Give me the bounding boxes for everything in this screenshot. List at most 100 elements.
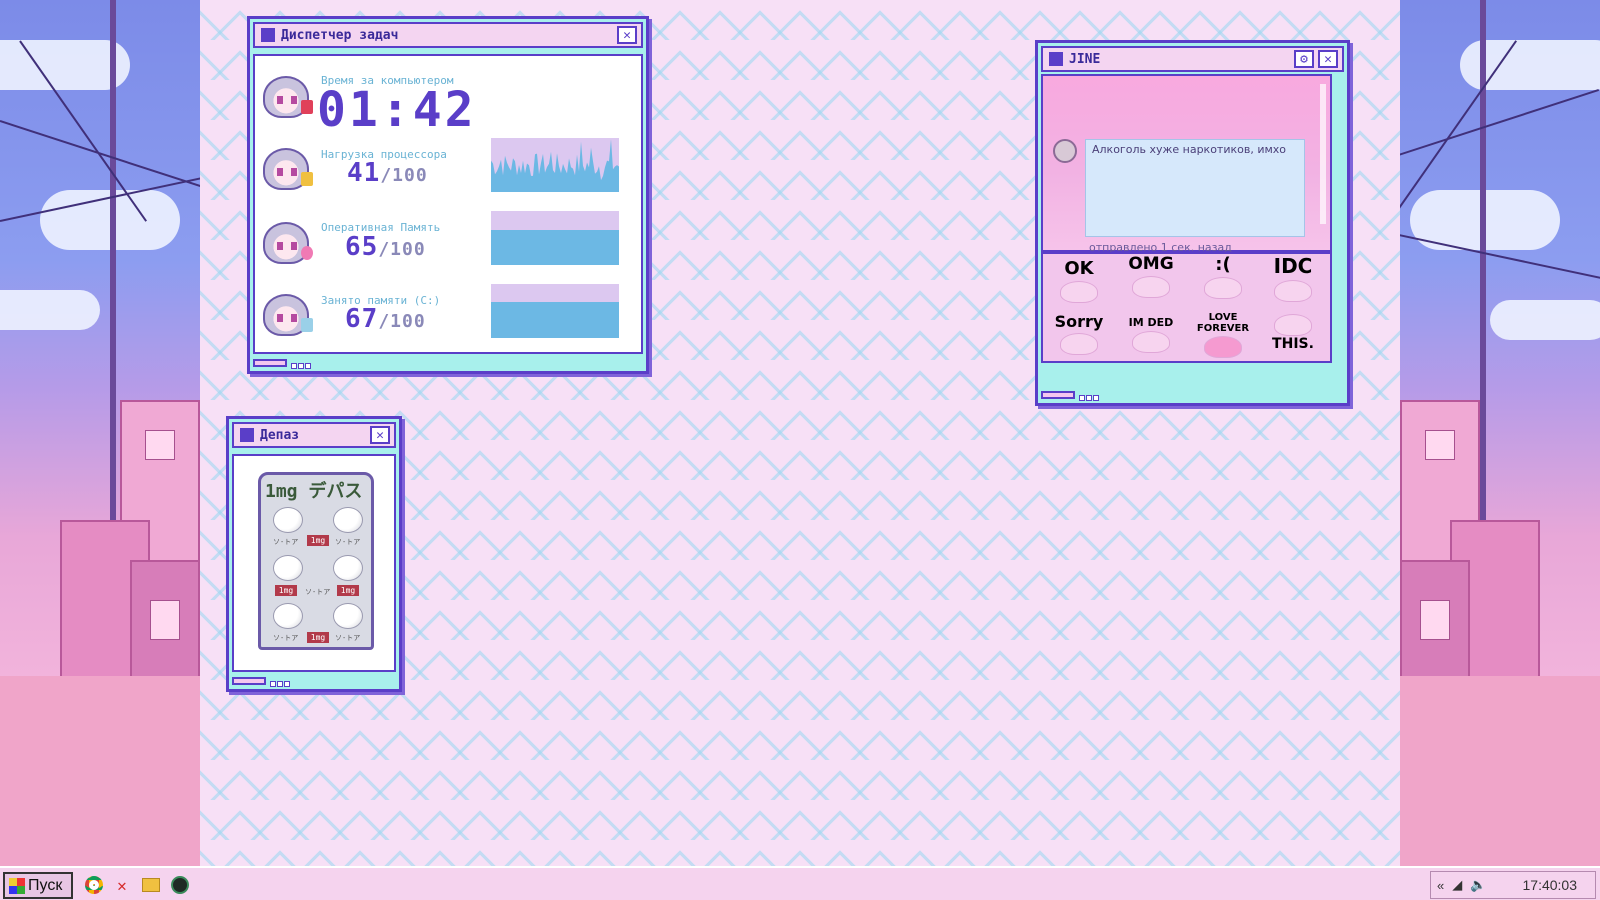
jine-titlebar[interactable]: JINE ⚙ ✕ (1041, 46, 1344, 72)
sticker-sad[interactable]: :( (1191, 254, 1255, 306)
disk-graph-fill (491, 301, 619, 338)
task-manager-titlebar[interactable]: Диспетчер задач ✕ (253, 22, 643, 48)
cat-icon (1132, 276, 1170, 298)
road (0, 676, 200, 866)
left-scenery-panel (0, 0, 200, 866)
sound-wave-icon (301, 318, 313, 332)
sticker-label: LOVE FOREVER (1196, 312, 1250, 334)
sticker-idc[interactable]: IDC (1261, 254, 1325, 306)
cloud (1490, 300, 1600, 340)
avatar-cpu-icon (263, 148, 313, 190)
message-text: Алкоголь хуже наркотиков, имхо (1092, 143, 1287, 156)
folder-icon[interactable] (141, 875, 161, 895)
close-button[interactable]: ✕ (1318, 50, 1338, 68)
avatar-eye (291, 314, 297, 322)
blister-header: 1mg デパス (265, 481, 363, 502)
sticker-label: OMG (1128, 254, 1174, 274)
status-pill (232, 677, 266, 685)
sticker-label: IM DED (1128, 316, 1174, 329)
depaz-window: Депаз ✕ 1mg デパス 1mg ソ-トア ソ-トア 1mg 1mg ソ-… (226, 416, 402, 692)
pill[interactable] (273, 507, 303, 533)
cpu-readout: 41/100 (347, 158, 428, 188)
cat-icon (1060, 281, 1098, 303)
gear-icon: ⚙ (1300, 51, 1308, 67)
contact-avatar (1053, 139, 1077, 163)
window-icon (240, 428, 254, 442)
avatar-eye (277, 96, 283, 104)
sticker-this[interactable]: THIS. (1261, 312, 1325, 364)
ram-value: 65 (345, 232, 379, 262)
pill-blister-pack[interactable]: 1mg デパス 1mg ソ-トア ソ-トア 1mg 1mg ソ-トア ソ-トア … (258, 472, 374, 650)
close-icon: ✕ (376, 427, 384, 443)
tray-expand-icon[interactable]: « (1437, 878, 1444, 893)
system-tray: « ◢ 🔈 17:40:03 (1430, 871, 1596, 899)
sparkle-icon (301, 172, 313, 186)
avatar-disk-icon (263, 294, 313, 336)
sticker-label: OK (1064, 258, 1094, 279)
building-window (150, 600, 180, 640)
volume-icon[interactable]: 🔈 (1470, 877, 1486, 893)
sticker-label: :( (1215, 254, 1231, 275)
sticker-omg[interactable]: OMG (1119, 254, 1183, 306)
start-label: Пуск (28, 876, 63, 894)
chat-area[interactable]: Алкоголь хуже наркотиков, имхо отправлен… (1041, 74, 1332, 254)
right-scenery-panel (1400, 0, 1600, 866)
close-icon: ✕ (623, 27, 631, 43)
cat-icon (1274, 314, 1312, 336)
pill-tag: ソ-トア (335, 634, 361, 642)
pill[interactable] (333, 603, 363, 629)
pill-tag: ソ-トア (273, 538, 299, 546)
close-button[interactable]: ✕ (370, 426, 390, 444)
start-button[interactable]: Пуск (3, 872, 73, 899)
avatar-eye (291, 168, 297, 176)
chrome-icon[interactable] (84, 875, 104, 895)
chat-scrollbar[interactable] (1320, 84, 1326, 224)
pill[interactable] (273, 555, 303, 581)
avatar-eye (277, 314, 283, 322)
sticker-label: IDC (1273, 254, 1313, 278)
status-pill (253, 359, 287, 367)
depaz-body: 1mg デパス 1mg ソ-トア ソ-トア 1mg 1mg ソ-トア ソ-トア … (232, 454, 396, 672)
settings-button[interactable]: ⚙ (1294, 50, 1314, 68)
dose-label: 1mg (337, 585, 359, 596)
status-dots (270, 672, 291, 691)
ram-readout: 65/100 (345, 232, 426, 262)
phone-icon (301, 100, 313, 114)
sticker-label: Sorry (1054, 312, 1104, 331)
task-manager-title: Диспетчер задач (281, 27, 399, 43)
pill-tag: ソ-トア (273, 634, 299, 642)
heart-icon (301, 246, 313, 260)
cloud (0, 290, 100, 330)
pill[interactable] (333, 507, 363, 533)
sticker-love-forever[interactable]: LOVE FOREVER (1191, 312, 1255, 364)
pill[interactable] (273, 603, 303, 629)
sticker-ok[interactable]: OK (1047, 258, 1111, 310)
pill[interactable] (333, 555, 363, 581)
avatar-eye (291, 242, 297, 250)
building-window (1420, 600, 1450, 640)
status-dots (291, 354, 312, 373)
disk-graph (491, 284, 619, 338)
sticker-im-ded[interactable]: IM DED (1119, 316, 1183, 368)
clock[interactable]: 17:40:03 (1523, 877, 1578, 893)
depaz-titlebar[interactable]: Депаз ✕ (232, 422, 396, 448)
avatar-eye (291, 96, 297, 104)
antivirus-icon[interactable]: ✕ (112, 875, 132, 895)
power-line (1400, 88, 1600, 162)
message-bubble: Алкоголь хуже наркотиков, имхо (1085, 139, 1305, 237)
ram-graph-fill (491, 229, 619, 265)
screen-time-value: 01:42 (317, 82, 477, 138)
cpu-value: 41 (347, 158, 381, 188)
activity-monitor-icon[interactable] (170, 875, 190, 895)
dose-label: 1mg (307, 535, 329, 546)
task-manager-statusbar (253, 358, 312, 369)
pill-tag: ソ-トア (305, 588, 331, 596)
network-icon[interactable]: ◢ (1452, 877, 1462, 893)
ram-max: /100 (378, 239, 426, 260)
jine-title: JINE (1069, 51, 1101, 67)
sticker-sorry[interactable]: Sorry (1047, 312, 1111, 364)
building-window (1425, 430, 1455, 460)
sticker-panel: OK OMG :( IDC Sorry IM DED LOVE FOREVER (1041, 252, 1332, 363)
avatar-ram-icon (263, 222, 313, 264)
close-button[interactable]: ✕ (617, 26, 637, 44)
